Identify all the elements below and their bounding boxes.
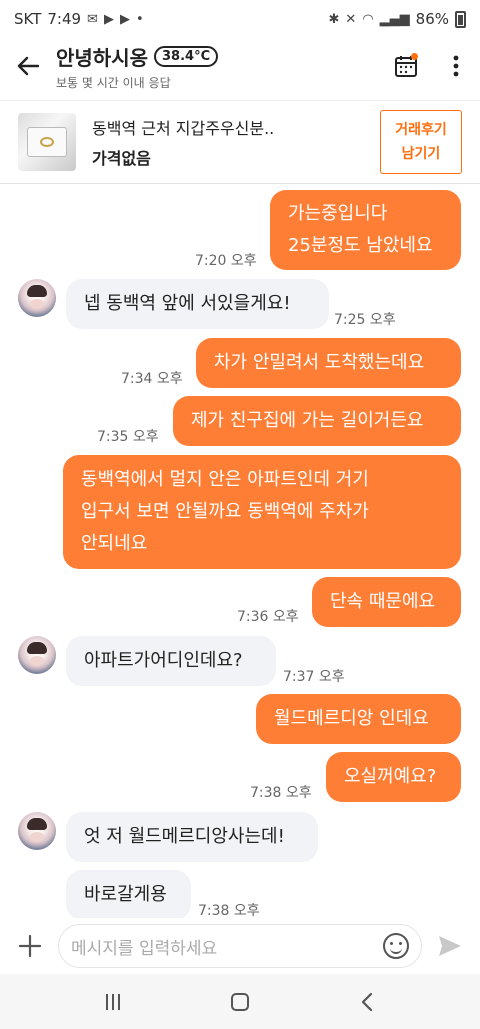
message-text: 월드메르디앙 인데요 <box>274 708 429 729</box>
send-icon <box>439 936 461 956</box>
message-time: 7:25 오후 <box>334 312 396 328</box>
avatar[interactable] <box>18 636 56 674</box>
response-time-text: 보통 몇 시간 이내 응답 <box>56 75 171 90</box>
title-row: 안녕하시옹 38.4°C <box>56 42 386 71</box>
message-text: 단속 때문에요 <box>330 591 436 612</box>
wifi-icon: ◠ <box>362 11 374 27</box>
system-nav-bar <box>0 974 480 1029</box>
message-text: 차가 안밀려서 도착했는데요 <box>214 352 425 373</box>
message-input[interactable]: 메시지를 입력하세요 <box>58 924 422 968</box>
message-bubble[interactable]: 제가 친구집에 가는 길이거든요 <box>173 396 461 446</box>
home-icon <box>230 992 249 1011</box>
message-time: 7:35 오후 <box>97 429 159 445</box>
message-text: 오실꺼예요? <box>344 766 437 787</box>
message-bubble[interactable]: 차가 안밀려서 도착했는데요 <box>196 338 461 388</box>
avatar[interactable] <box>18 812 56 850</box>
chevron-left-icon <box>361 992 372 1011</box>
message-time: 7:37 오후 <box>283 669 345 685</box>
manner-temperature-badge[interactable]: 38.4°C <box>154 45 219 67</box>
battery-percent: 86% <box>415 10 449 28</box>
message-bubble[interactable]: 엇 저 월드메르디앙사는데! <box>66 812 318 862</box>
avatar[interactable] <box>18 279 56 317</box>
message-time: 7:34 오후 <box>121 371 183 387</box>
calendar-notification-dot <box>411 53 418 60</box>
calendar-button[interactable] <box>386 46 426 86</box>
battery-icon <box>455 10 466 28</box>
review-button-line2: 남기기 <box>401 146 441 162</box>
back-nav-button[interactable] <box>337 982 397 1022</box>
signal-icon: ▂▄▆ <box>379 11 410 27</box>
leave-review-button[interactable]: 거래후기 남기기 <box>380 110 462 174</box>
recent-apps-icon <box>106 993 121 1010</box>
back-button[interactable] <box>0 38 56 94</box>
product-info: 동백역 근처 지갑주우신분.. 가격없음 <box>92 115 380 169</box>
message-time: 7:36 오후 <box>237 609 299 625</box>
youtube-icon-2: ▶ <box>119 11 130 27</box>
bluetooth-icon: ✱ <box>328 11 340 27</box>
message-input-placeholder: 메시지를 입력하세요 <box>71 938 218 959</box>
message-time: 7:20 오후 <box>195 253 257 269</box>
carrier-label: SKT <box>14 10 42 28</box>
recent-apps-button[interactable] <box>83 982 143 1022</box>
send-button[interactable] <box>428 924 472 968</box>
message-text: 안되네요 <box>81 533 148 554</box>
status-bar: SKT 7:49 ✉ ▶ ▶ • ✱ ✕ ◠ ▂▄▆ 86% <box>0 0 480 38</box>
message-text: 제가 친구집에 가는 길이거든요 <box>191 410 424 431</box>
message-text: 엇 저 월드메르디앙사는데! <box>84 826 285 847</box>
message-bubble[interactable]: 단속 때문에요 <box>312 577 461 627</box>
more-vertical-icon <box>453 55 459 77</box>
attach-button[interactable] <box>8 924 52 968</box>
message-text: 입구서 보면 안될까요 동백역에 주차가 <box>81 501 369 522</box>
status-right: ✱ ✕ ◠ ▂▄▆ 86% <box>328 10 466 28</box>
message-text: 동백역에서 멀지 안은 아파트인데 거기 <box>81 469 369 490</box>
message-text: 가는중입니다 <box>288 203 388 224</box>
more-options-button[interactable] <box>436 46 476 86</box>
clock: 7:49 <box>47 10 82 28</box>
product-thumbnail[interactable] <box>18 113 76 171</box>
message-bubble[interactable]: 오실꺼예요? <box>326 752 461 802</box>
chat-header: 안녕하시옹 38.4°C 보통 몇 시간 이내 응답 <box>0 38 480 94</box>
message-bubble[interactable]: 동백역에서 멀지 안은 아파트인데 거기 입구서 보면 안될까요 동백역에 주차… <box>63 455 461 569</box>
youtube-icon: ▶ <box>103 11 114 27</box>
message-text: 바로갈게용 <box>84 884 167 905</box>
product-bar[interactable]: 동백역 근처 지갑주우신분.. 가격없음 거래후기 남기기 <box>0 100 480 184</box>
smiley-icon[interactable] <box>383 933 409 959</box>
home-button[interactable] <box>210 982 270 1022</box>
review-button-line1: 거래후기 <box>395 122 447 138</box>
product-title: 동백역 근처 지갑주우신분.. <box>92 119 275 138</box>
message-text: 아파트가어디인데요? <box>84 650 243 671</box>
message-input-bar: 메시지를 입력하세요 <box>0 918 480 974</box>
arrow-left-icon <box>17 56 39 76</box>
message-bubble[interactable]: 월드메르디앙 인데요 <box>256 694 461 744</box>
message-bubble[interactable]: 가는중입니다 25분정도 남았네요 <box>270 190 461 270</box>
message-bubble[interactable]: 바로갈게용 <box>66 870 191 918</box>
message-time: 7:38 오후 <box>250 785 312 801</box>
message-text: 25분정도 남았네요 <box>288 235 433 256</box>
message-bubble[interactable]: 아파트가어디인데요? <box>66 636 276 686</box>
message-list[interactable]: 가는중입니다 25분정도 남았네요 7:20 오후 넵 동백역 앞에 서있을게요… <box>0 184 480 918</box>
status-left: SKT 7:49 ✉ ▶ ▶ • <box>14 10 144 28</box>
notification-dot: • <box>135 11 144 27</box>
chat-partner-name: 안녕하시옹 <box>56 45 148 70</box>
product-price: 가격없음 <box>92 149 151 168</box>
message-text: 넵 동백역 앞에 서있을게요! <box>84 293 291 314</box>
mute-icon: ✕ <box>345 11 357 27</box>
message-bubble[interactable]: 넵 동백역 앞에 서있을게요! <box>66 279 329 329</box>
plus-icon <box>18 934 42 958</box>
mail-icon: ✉ <box>87 11 98 27</box>
title-block: 안녕하시옹 38.4°C 보통 몇 시간 이내 응답 <box>56 42 386 91</box>
wallet-logo <box>40 137 54 147</box>
message-time: 7:38 오후 <box>198 903 260 918</box>
